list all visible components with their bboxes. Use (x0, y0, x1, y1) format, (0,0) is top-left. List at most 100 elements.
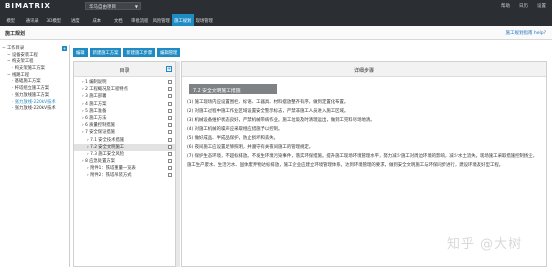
outline-item[interactable]: › 附件2：铁塔吊装方式 (74, 172, 175, 179)
menu-item-1[interactable]: 通讯录 (22, 14, 44, 26)
checkbox[interactable] (168, 87, 172, 92)
tree-node-label: 工作目录 (6, 46, 25, 51)
checkbox[interactable] (168, 151, 172, 156)
tree-node[interactable]: − 构支架工程 (0, 58, 69, 65)
tree-node[interactable]: · 杆塔组立施工方案 (0, 85, 69, 92)
app-logo: BIMATRIX (5, 2, 51, 10)
tree-list: − 工作目录 − 设备安装工程 − 构支架工程 · 构支架施工方案 − 线路工程 · 基础… (0, 45, 69, 112)
help-link[interactable]: 施工规划指南 help? (505, 30, 546, 36)
toolbar-button-3[interactable]: 编辑管理 (157, 48, 181, 57)
tree-node[interactable]: − 设备安装工程 (0, 52, 69, 59)
menu-item-9[interactable]: 现场管理 (194, 14, 216, 26)
outline-item-label: 7.2 安全文明施工 (90, 144, 125, 150)
checkbox[interactable] (168, 144, 172, 149)
top-bar: BIMATRIX 华马自由项目 ▼ 帮助 日历 设置 模型 通讯录 3D模型 进度 成本 文档… (0, 0, 552, 26)
outline-item[interactable]: › 4 施工方案 (74, 101, 175, 108)
tree-node-label: 构支架施工方案 (14, 66, 45, 72)
menu-item-2[interactable]: 3D模型 (43, 14, 65, 26)
menu-item-7[interactable]: 风险管理 (151, 14, 173, 26)
outline-item[interactable]: › 3 施工部署 (74, 93, 175, 100)
outline-item-label: 2 工程概况及工程特点 (85, 87, 128, 93)
menu-item-3[interactable]: 进度 (65, 14, 87, 26)
outline-header: 目录 + (74, 62, 175, 77)
checkbox[interactable] (168, 173, 172, 178)
toolbar: 编辑 新建施工方案 新建施工步骤 编辑管理 (73, 48, 181, 57)
outline-item-label: 7.3 施工安全风险 (90, 151, 125, 157)
outline-item[interactable]: › 5 施工准备 (74, 108, 175, 115)
page-title: 施工规划 (5, 31, 26, 37)
outline-panel: 目录 + › 1 编制说明 › 2 工程概况及工程特点 › 3 施工部署 › 4 施工… (73, 61, 176, 267)
outline-item[interactable]: › 2 工程概况及工程特点 (74, 86, 175, 93)
outline-item-label: 3 施工部署 (85, 94, 107, 100)
outline-item[interactable]: › 6 施工方法 (74, 115, 175, 122)
checkbox[interactable] (168, 130, 172, 135)
outline-item-label: 附件2：铁塔吊装方式 (90, 173, 132, 179)
tree-node-label: 设备安装工程 (11, 52, 38, 58)
outline-item-label: 6 施工方法 (85, 115, 107, 121)
outline-item[interactable]: › 1 编制说明 (74, 79, 175, 86)
menu-item-4[interactable]: 成本 (86, 14, 108, 26)
outline-item[interactable]: › 7.1 安全技术措施 (74, 137, 175, 144)
outline-item-label: 4 施工方案 (85, 101, 107, 107)
tree-node[interactable]: − 工作目录 (0, 45, 69, 52)
outline-item-label: 7.1 安全技术措施 (90, 137, 125, 143)
outline-item-label: 5 施工准备 (85, 108, 107, 114)
tree-node-label: 张力放线施工方案 (14, 92, 50, 98)
outline-item[interactable]: › 6 质量控制措施 (74, 122, 175, 129)
add-section-icon[interactable]: + (166, 66, 172, 72)
user-actions: 帮助 日历 设置 (501, 3, 546, 9)
outline-item[interactable]: › 7.2 安全文明施工 (74, 143, 175, 151)
detail-paragraph: (6) 夜间施工应设置足够照明，并遵守有关夜间施工的管理规定。 (187, 144, 314, 150)
detail-paragraph: (5) 做好成品、半成品保护，防止损坏和丢失。 (187, 135, 279, 141)
menu-item-0[interactable]: 模型 (0, 14, 22, 26)
project-selector[interactable]: 华马自由项目 ▼ (85, 2, 141, 10)
menu-item-6[interactable]: 审批流程 (129, 14, 151, 26)
tree-node[interactable]: · 基础施工方案 (0, 78, 69, 85)
tree-node[interactable]: · 张力放线-220kV技术 (0, 105, 69, 112)
tree-node-label: 张力放线-220kV技术 (14, 99, 56, 105)
outline-item-label: 8 应急处置方案 (85, 159, 115, 165)
checkbox[interactable] (168, 115, 172, 120)
tree-node[interactable]: · 张力放线施工方案 (0, 92, 69, 99)
checkbox[interactable] (168, 101, 172, 106)
toolbar-button-2[interactable]: 新建施工步骤 (123, 48, 156, 57)
checkbox[interactable] (168, 80, 172, 84)
user-action-0[interactable]: 帮助 (501, 3, 510, 9)
outline-item-label: 7 安全保证措施 (85, 130, 115, 136)
outline-item-label: 附件1：铁塔重量一览表 (90, 166, 136, 172)
tree-node-label: 构支架工程 (11, 59, 34, 65)
tree-node[interactable]: · 张力放线-220kV技术 (0, 99, 69, 106)
checkbox[interactable] (168, 94, 172, 99)
outline-item[interactable]: › 7 安全保证措施 (74, 129, 175, 136)
tree-node[interactable]: − 线路工程 (0, 72, 69, 79)
page-header: 施工规划 施工规划指南 help? (0, 26, 552, 40)
checkbox[interactable] (168, 137, 172, 142)
outline-item[interactable]: › 7.3 施工安全风险 (74, 151, 175, 158)
user-action-1[interactable]: 日历 (519, 3, 528, 9)
tree-node-label: 线路工程 (11, 72, 30, 78)
directory-tree: + − 工作目录 − 设备安装工程 − 构支架工程 · 构支架施工方案 − 线路工程 · … (0, 45, 70, 267)
menu-item-8[interactable]: 施工规划 (172, 14, 194, 26)
menu-item-5[interactable]: 文档 (108, 14, 130, 26)
chevron-down-icon: ▼ (134, 4, 138, 9)
toolbar-button-1[interactable]: 新建施工方案 (89, 48, 122, 57)
tree-node[interactable]: · 构支架施工方案 (0, 65, 69, 72)
toolbar-button-0[interactable]: 编辑 (73, 48, 88, 57)
detail-paragraph: (2) 对施工过程中施工作业区域设置安全警示标志，严禁非施工人员进入施工区域。 (187, 108, 349, 114)
checkbox[interactable] (168, 108, 172, 113)
tree-node-label: 杆塔组立施工方案 (14, 86, 50, 92)
outline-item[interactable]: › 附件1：铁塔重量一览表 (74, 165, 175, 172)
outline-item[interactable]: › 8 应急处置方案 (74, 158, 175, 165)
tree-node-label: 张力放线-220kV技术 (14, 106, 56, 112)
outline-header-label: 目录 (119, 68, 130, 74)
detail-header: 详细步骤 (182, 62, 546, 77)
checkbox[interactable] (168, 166, 172, 171)
detail-content: (1) 施工现场内应设置围栏、标语、工器具、材料摆放整齐有序，做到定置化布置。 (… (187, 99, 539, 171)
project-name: 华马自由项目 (89, 5, 116, 10)
user-action-2[interactable]: 设置 (537, 3, 546, 9)
watermark: 知乎 @大树 (447, 237, 523, 252)
panel-splitter[interactable] (176, 61, 180, 267)
checkbox[interactable] (168, 123, 172, 128)
outline-item-label: 6 质量控制措施 (85, 123, 115, 129)
checkbox[interactable] (168, 159, 172, 164)
